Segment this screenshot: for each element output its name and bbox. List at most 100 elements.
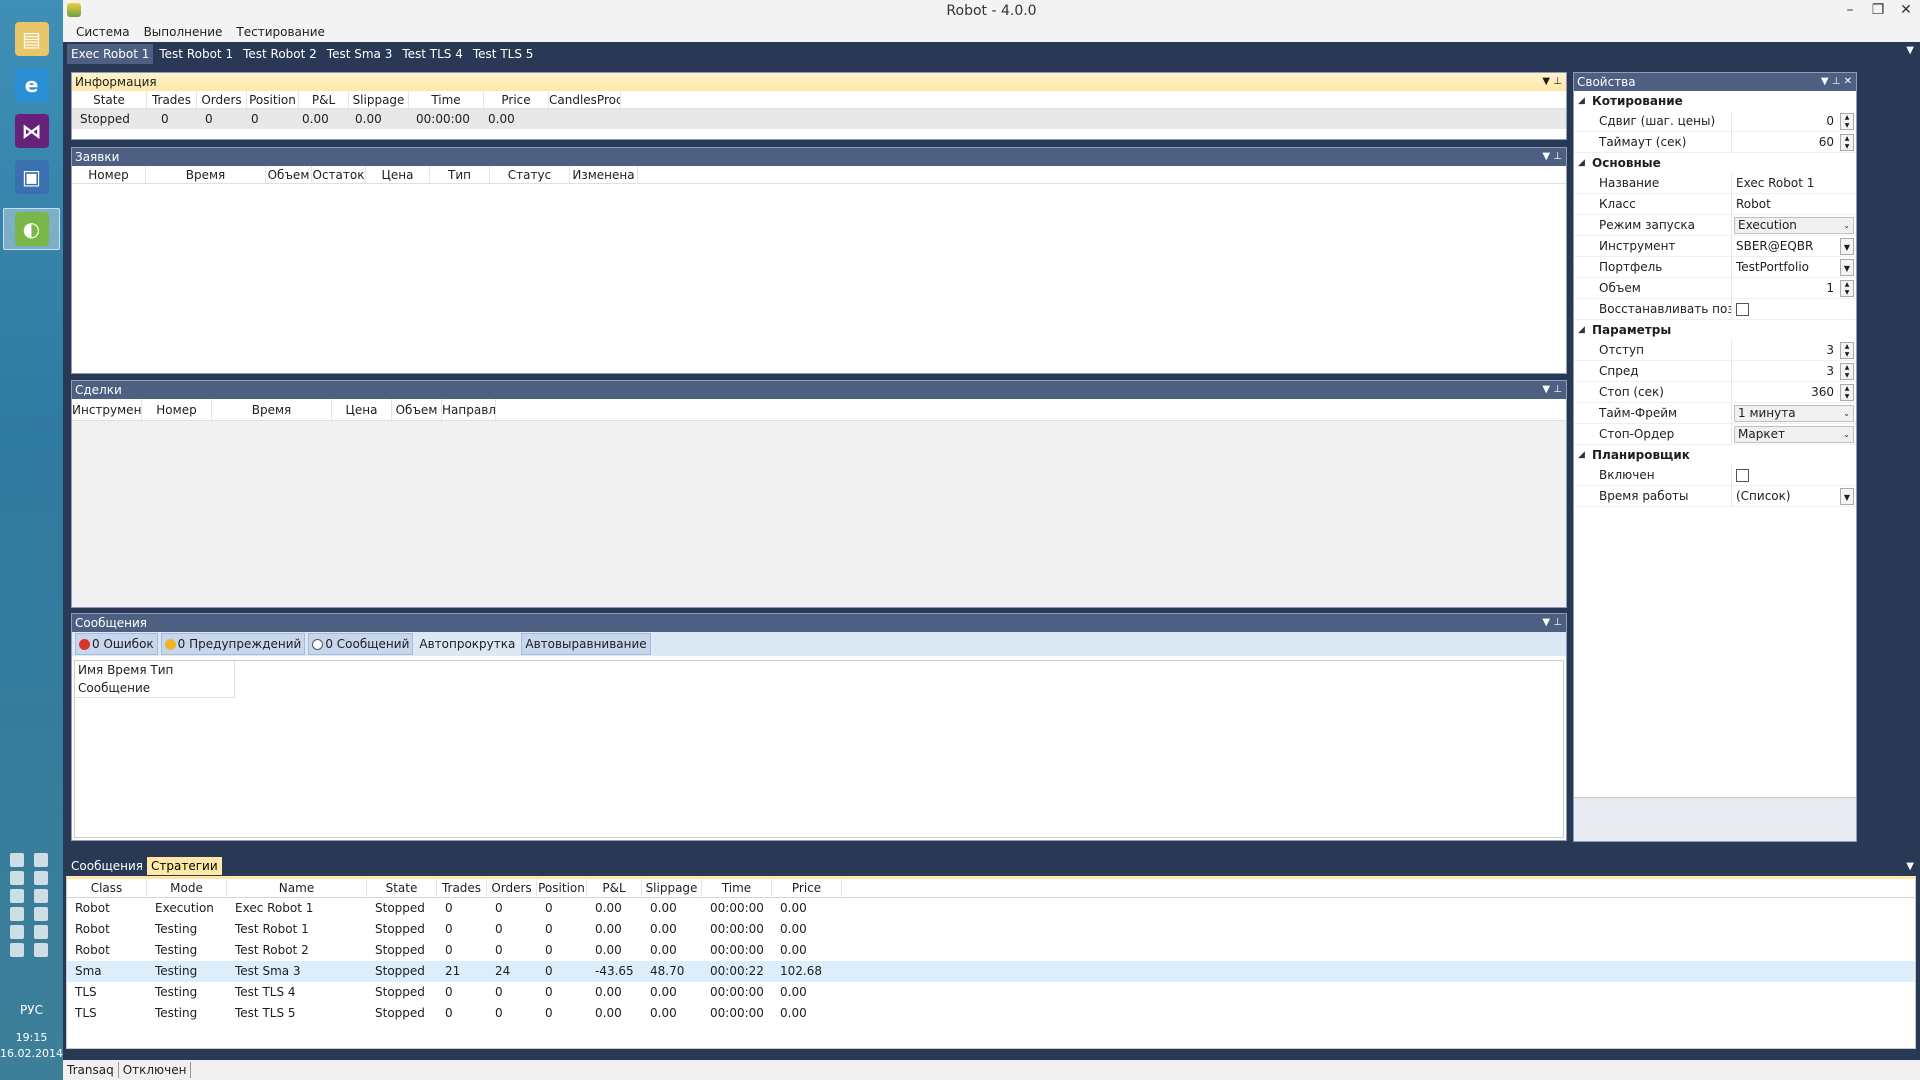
property-row[interactable]: Таймаут (сек) 60 ▲ ▼ bbox=[1574, 132, 1856, 153]
property-value[interactable]: SBER@EQBR ▼ bbox=[1732, 236, 1856, 256]
tray-icon[interactable] bbox=[33, 853, 48, 867]
taskbar-app-save[interactable]: ▣ bbox=[3, 156, 60, 198]
tray-icon[interactable] bbox=[10, 853, 24, 867]
property-value[interactable]: 1 ▲ ▼ bbox=[1732, 278, 1856, 298]
tray-icon[interactable] bbox=[10, 925, 24, 939]
taskbar-explorer[interactable]: ▤ bbox=[3, 18, 60, 60]
taskbar-robot-app[interactable]: ◐ bbox=[3, 208, 60, 250]
pin-icon[interactable]: ▼ ⊥ bbox=[1542, 614, 1562, 632]
spinner-icon[interactable]: ▲ ▼ bbox=[1840, 384, 1854, 401]
properties-panel-header[interactable]: Свойства ▼ ⊥ ✕ bbox=[1574, 73, 1856, 91]
column-header[interactable]: Class bbox=[67, 879, 147, 897]
column-header[interactable]: Time bbox=[702, 879, 772, 897]
property-row[interactable]: Портфель TestPortfolio ▼ bbox=[1574, 257, 1856, 278]
column-header[interactable]: CandlesProc bbox=[549, 91, 621, 108]
clock[interactable]: 19:15 16.02.2014 bbox=[0, 1030, 63, 1062]
column-header[interactable]: Направл bbox=[442, 399, 496, 420]
close-button[interactable]: ✕ bbox=[1892, 0, 1920, 23]
tab-exec-robot-1[interactable]: Exec Robot 1 bbox=[67, 43, 154, 64]
property-value[interactable]: Exec Robot 1 bbox=[1732, 173, 1856, 193]
dropdown-icon[interactable]: ▼ bbox=[1840, 238, 1854, 255]
column-header[interactable]: Объем bbox=[392, 399, 442, 420]
column-header[interactable]: Position bbox=[537, 879, 587, 897]
info-row[interactable]: Stopped 0 0 0 0.00 0.00 00:00:00 0.00 bbox=[72, 109, 1566, 129]
property-row[interactable]: Инструмент SBER@EQBR ▼ bbox=[1574, 236, 1856, 257]
property-value[interactable]: 1 минута ⌄ bbox=[1732, 403, 1856, 423]
messages-grid-header[interactable]: Имя Время Тип Сообщение bbox=[75, 661, 235, 698]
minimize-button[interactable]: – bbox=[1836, 0, 1864, 23]
column-header[interactable]: Объем bbox=[266, 166, 312, 183]
column-header[interactable]: P&L bbox=[299, 91, 349, 108]
property-row[interactable]: Тайм-Фрейм 1 минута ⌄ bbox=[1574, 403, 1856, 424]
column-header[interactable]: State bbox=[72, 91, 147, 108]
property-row[interactable]: Восстанавливать поз... bbox=[1574, 299, 1856, 320]
collapse-icon[interactable]: ◢ bbox=[1578, 91, 1592, 111]
property-value[interactable]: 0 ▲ ▼ bbox=[1732, 111, 1856, 131]
tray-icon[interactable] bbox=[10, 889, 24, 903]
language-indicator[interactable]: РУС bbox=[0, 1003, 63, 1017]
column-header[interactable]: Trades bbox=[147, 91, 197, 108]
dropdown-icon[interactable]: ▼ bbox=[1840, 259, 1854, 276]
tab-messages[interactable]: Сообщения bbox=[67, 857, 147, 875]
property-category[interactable]: ◢ Планировщик bbox=[1574, 445, 1856, 465]
tray-icon[interactable] bbox=[33, 925, 48, 939]
column-header[interactable]: Цена bbox=[332, 399, 392, 420]
system-tray[interactable] bbox=[0, 853, 63, 957]
property-value[interactable]: Robot bbox=[1732, 194, 1856, 214]
property-value[interactable] bbox=[1732, 299, 1856, 319]
pin-icon[interactable]: ▼ ⊥ bbox=[1542, 148, 1562, 166]
property-value[interactable]: 60 ▲ ▼ bbox=[1732, 132, 1856, 152]
property-row[interactable]: Стоп (сек) 360 ▲ ▼ bbox=[1574, 382, 1856, 403]
errors-filter-button[interactable]: 0 Ошибок bbox=[75, 633, 158, 655]
tray-icon[interactable] bbox=[33, 871, 48, 885]
menu-execution[interactable]: Выполнение bbox=[137, 23, 230, 42]
tab-test-tls-5[interactable]: Test TLS 5 bbox=[469, 44, 538, 64]
pin-close-icons[interactable]: ▼ ⊥ ✕ bbox=[1821, 73, 1852, 91]
restore-button[interactable]: ❐ bbox=[1864, 0, 1892, 23]
orders-panel-header[interactable]: Заявки ▼ ⊥ bbox=[72, 148, 1566, 166]
column-header[interactable]: Время bbox=[212, 399, 332, 420]
tray-icon[interactable] bbox=[33, 907, 48, 921]
column-header[interactable]: Остаток bbox=[312, 166, 366, 183]
property-row[interactable]: Спред 3 ▲ ▼ bbox=[1574, 361, 1856, 382]
column-header[interactable]: Mode bbox=[147, 879, 227, 897]
column-header[interactable]: Номер bbox=[72, 166, 146, 183]
column-header[interactable]: Name bbox=[227, 879, 367, 897]
column-header[interactable]: Position bbox=[247, 91, 299, 108]
strategy-row[interactable]: TLS Testing Test TLS 5 Stopped 0 0 0 0.00 0.00 00… bbox=[67, 1003, 1915, 1024]
property-value[interactable]: (Список) ▼ bbox=[1732, 486, 1856, 506]
column-header[interactable]: Orders bbox=[197, 91, 247, 108]
trades-panel-header[interactable]: Сделки ▼ ⊥ bbox=[72, 381, 1566, 399]
property-row[interactable]: Сдвиг (шаг. цены) 0 ▲ ▼ bbox=[1574, 111, 1856, 132]
tab-test-sma-3[interactable]: Test Sma 3 bbox=[323, 44, 397, 64]
column-header[interactable]: Номер bbox=[142, 399, 212, 420]
column-header[interactable]: Orders bbox=[487, 879, 537, 897]
property-row[interactable]: Включен bbox=[1574, 465, 1856, 486]
property-category[interactable]: ◢ Параметры bbox=[1574, 320, 1856, 340]
property-row[interactable]: Стоп-Ордер Маркет ⌄ bbox=[1574, 424, 1856, 445]
property-value[interactable]: 360 ▲ ▼ bbox=[1732, 382, 1856, 402]
tray-icon[interactable] bbox=[10, 907, 24, 921]
chevron-down-icon[interactable]: ⌄ bbox=[1843, 427, 1850, 442]
strategy-row[interactable]: Robot Testing Test Robot 2 Stopped 0 0 0 0.00 0.… bbox=[67, 940, 1915, 961]
column-header[interactable]: Trades bbox=[437, 879, 487, 897]
property-row[interactable]: Название Exec Robot 1 bbox=[1574, 173, 1856, 194]
taskbar-visual-studio[interactable]: ⋈ bbox=[3, 110, 60, 152]
tray-icon[interactable] bbox=[10, 871, 24, 885]
messages-panel-header[interactable]: Сообщения ▼ ⊥ bbox=[72, 614, 1566, 632]
spinner-icon[interactable]: ▲ ▼ bbox=[1840, 342, 1854, 359]
autoalign-toggle[interactable]: Автовыравнивание bbox=[521, 633, 651, 655]
tab-test-robot-1[interactable]: Test Robot 1 bbox=[155, 44, 237, 64]
autoscroll-toggle[interactable]: Автопрокрутка bbox=[416, 634, 518, 654]
tab-strategies[interactable]: Стратегии bbox=[147, 857, 222, 875]
strategy-row[interactable]: TLS Testing Test TLS 4 Stopped 0 0 0 0.00 0.00 00… bbox=[67, 982, 1915, 1003]
property-value[interactable]: Маркет ⌄ bbox=[1732, 424, 1856, 444]
property-row[interactable]: Время работы (Список) ▼ bbox=[1574, 486, 1856, 507]
strategy-row[interactable]: Robot Testing Test Robot 1 Stopped 0 0 0 0.00 0.… bbox=[67, 919, 1915, 940]
property-row[interactable]: Объем 1 ▲ ▼ bbox=[1574, 278, 1856, 299]
spinner-icon[interactable]: ▲ ▼ bbox=[1840, 134, 1854, 151]
property-value[interactable]: 3 ▲ ▼ bbox=[1732, 340, 1856, 360]
property-combobox[interactable]: Маркет ⌄ bbox=[1734, 426, 1854, 443]
pin-icon[interactable]: ▼ ⊥ bbox=[1542, 73, 1562, 91]
collapse-icon[interactable]: ◢ bbox=[1578, 320, 1592, 340]
